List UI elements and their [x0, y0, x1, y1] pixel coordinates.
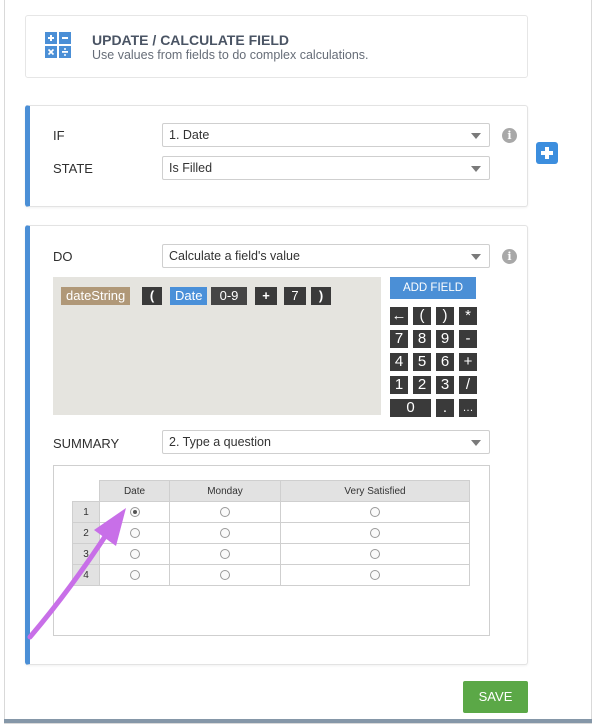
condition-card: IF 1. Date i STATE Is Filled	[25, 105, 528, 207]
token-number[interactable]: 7	[284, 287, 306, 305]
key-3[interactable]: 3	[436, 376, 454, 394]
table-row: 3	[72, 543, 470, 565]
token-close-paren[interactable]: )	[311, 287, 331, 305]
header-panel: UPDATE / CALCULATE FIELD Use values from…	[25, 15, 528, 78]
backspace-key[interactable]: ←	[390, 307, 408, 325]
bottom-bar	[4, 719, 592, 723]
chevron-down-icon	[471, 440, 481, 446]
if-label: IF	[53, 128, 65, 143]
state-value: Is Filled	[169, 161, 213, 175]
do-label: DO	[53, 249, 73, 264]
state-label: STATE	[53, 161, 93, 176]
radio-button[interactable]	[220, 569, 230, 580]
radio-button[interactable]	[129, 527, 140, 538]
summary-select[interactable]: 2. Type a question	[162, 430, 490, 454]
grid-cell	[169, 564, 281, 586]
radio-button[interactable]	[220, 548, 230, 559]
do-action-select[interactable]: Calculate a field's value	[162, 244, 490, 268]
grid-cell	[280, 564, 470, 586]
token-function[interactable]: dateString	[61, 287, 131, 305]
summary-value: 2. Type a question	[169, 435, 271, 449]
key-1[interactable]: 1	[390, 376, 408, 394]
row-label: 1	[72, 501, 100, 523]
radio-button[interactable]	[220, 506, 230, 517]
grid-cell	[169, 501, 281, 523]
calculator-icon	[45, 32, 71, 58]
key-9[interactable]: 9	[436, 330, 454, 348]
token-open-paren[interactable]: (	[142, 287, 162, 305]
grid-cell	[99, 522, 170, 544]
column-header: Very Satisfied	[280, 480, 470, 502]
add-field-button[interactable]: ADD FIELD	[390, 277, 476, 299]
key-decimal[interactable]: .	[436, 399, 454, 417]
row-label: 3	[72, 543, 100, 565]
token-plus[interactable]: +	[255, 287, 277, 305]
row-label: 2	[72, 522, 100, 544]
corner-cell	[72, 480, 100, 502]
matrix-table: Date Monday Very Satisfied 1 2 3 4	[72, 480, 470, 586]
key-8[interactable]: 8	[413, 330, 431, 348]
if-field-select[interactable]: 1. Date	[162, 123, 490, 147]
summary-label: SUMMARY	[53, 436, 120, 451]
grid-cell	[280, 543, 470, 565]
question-preview: Date Monday Very Satisfied 1 2 3 4	[53, 465, 490, 636]
column-header: Date	[99, 480, 170, 502]
info-icon[interactable]: i	[502, 128, 517, 143]
add-condition-button[interactable]	[536, 142, 558, 164]
key-6[interactable]: 6	[436, 353, 454, 371]
chevron-down-icon	[471, 133, 481, 139]
radio-button[interactable]	[129, 506, 140, 517]
key-minus[interactable]: -	[459, 330, 477, 348]
radio-button[interactable]	[220, 527, 230, 538]
key-0[interactable]: 0	[390, 399, 431, 417]
radio-button[interactable]	[370, 548, 380, 559]
key-4[interactable]: 4	[390, 353, 408, 371]
grid-cell	[99, 501, 170, 523]
grid-cell	[169, 522, 281, 544]
key-5[interactable]: 5	[413, 353, 431, 371]
chevron-down-icon	[471, 166, 481, 172]
key-multiply[interactable]: *	[459, 307, 477, 325]
key-close-paren[interactable]: )	[436, 307, 454, 325]
save-button[interactable]: SAVE	[463, 681, 528, 713]
radio-button[interactable]	[370, 527, 380, 538]
do-action-value: Calculate a field's value	[169, 249, 300, 263]
key-2[interactable]: 2	[413, 376, 431, 394]
key-open-paren[interactable]: (	[413, 307, 431, 325]
info-icon[interactable]: i	[502, 249, 517, 264]
key-divide[interactable]: /	[459, 376, 477, 394]
radio-button[interactable]	[370, 506, 380, 517]
expression-editor[interactable]: dateString ( Date 0-9 + 7 )	[53, 277, 381, 415]
key-more[interactable]: …	[459, 399, 477, 417]
row-label: 4	[72, 564, 100, 586]
radio-button[interactable]	[370, 569, 380, 580]
column-header: Monday	[169, 480, 281, 502]
chevron-down-icon	[471, 254, 481, 260]
key-7[interactable]: 7	[390, 330, 408, 348]
key-plus[interactable]: +	[459, 353, 477, 371]
token-range[interactable]: 0-9	[211, 287, 247, 305]
table-row: 2	[72, 522, 470, 544]
grid-cell	[99, 543, 170, 565]
grid-cell	[99, 564, 170, 586]
grid-cell	[280, 501, 470, 523]
grid-cell	[169, 543, 281, 565]
radio-button[interactable]	[129, 548, 140, 559]
table-row: 4	[72, 564, 470, 586]
radio-button[interactable]	[129, 569, 140, 580]
grid-cell	[280, 522, 470, 544]
token-field[interactable]: Date	[170, 287, 208, 305]
table-row: 1	[72, 501, 470, 523]
page-subtitle: Use values from fields to do complex cal…	[92, 48, 369, 62]
action-card: DO Calculate a field's value i dateStrin…	[25, 225, 528, 665]
if-field-value: 1. Date	[169, 128, 210, 142]
state-select[interactable]: Is Filled	[162, 156, 490, 180]
page-title: UPDATE / CALCULATE FIELD	[92, 32, 290, 48]
